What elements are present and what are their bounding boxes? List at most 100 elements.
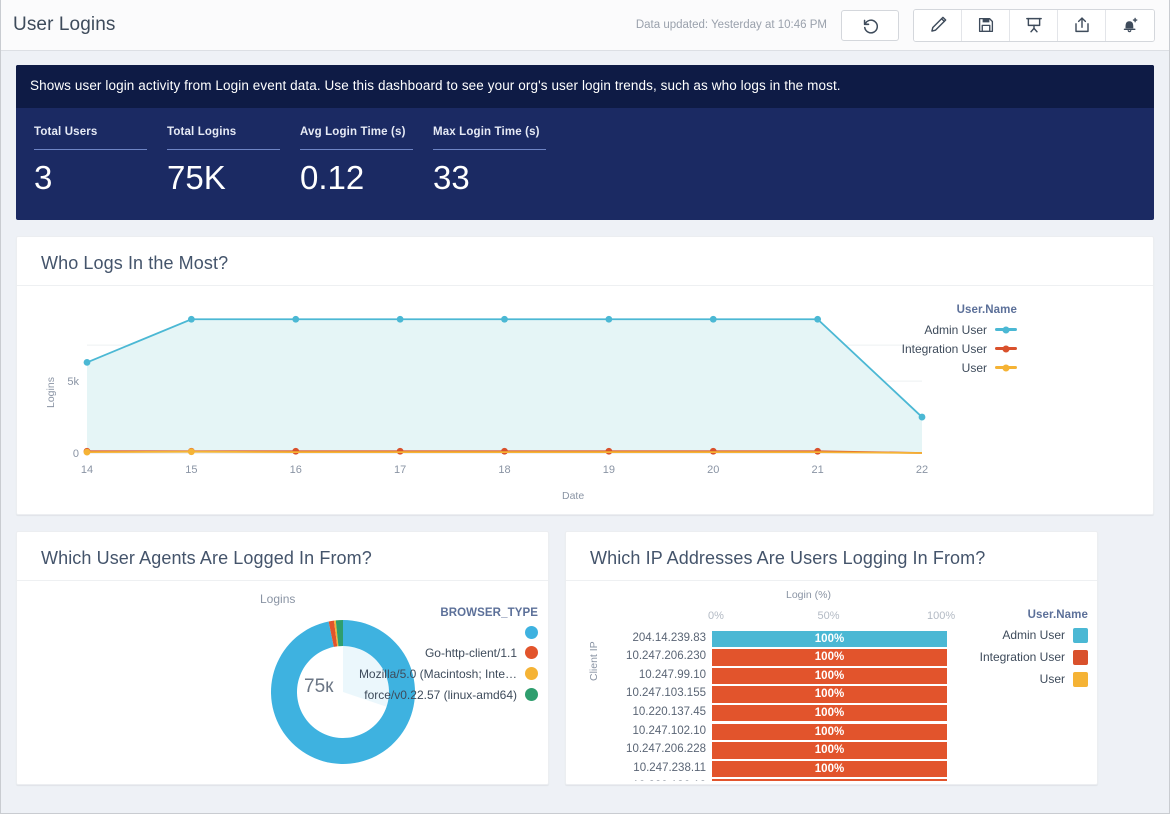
- donut-chart[interactable]: Logins 75к BROWSER_TYPE Go-http-client/1…: [17, 581, 548, 781]
- y-axis-title: Logins: [45, 376, 57, 408]
- line-chart[interactable]: Logins 0 5k 14 15 16 17 18 19 20 21 22 Date User.N…: [17, 286, 1153, 514]
- legend-item-label: force/v0.22.57 (linux-amd64): [364, 687, 517, 702]
- share-icon: [1073, 16, 1091, 34]
- legend-swatch-line-icon: [995, 345, 1017, 353]
- legend-swatch-dot-icon: [525, 667, 538, 681]
- legend-item-label: Integration User: [901, 341, 987, 356]
- x-tick-label: 50%: [817, 609, 840, 622]
- bar-value-label: 100%: [814, 762, 845, 775]
- line-chart-legend: User.Name Admin User Integration User User: [882, 304, 1017, 380]
- svg-text:14: 14: [81, 464, 93, 476]
- refresh-button[interactable]: [841, 9, 899, 41]
- legend-item[interactable]: Admin User: [882, 323, 1017, 337]
- legend-item[interactable]: Admin User: [938, 627, 1088, 643]
- legend-title: User.Name: [956, 303, 1017, 316]
- action-button-group: [913, 8, 1155, 42]
- bar-value-label: 100%: [814, 632, 845, 645]
- bar-value-label: 100%: [814, 706, 845, 719]
- card-title: Who Logs In the Most?: [17, 237, 1153, 286]
- legend-item[interactable]: User: [938, 671, 1088, 687]
- svg-text:22: 22: [916, 464, 928, 476]
- legend-item-label: Mozilla/5.0 (Macintosh; Inte…: [358, 666, 517, 681]
- kpi-label: Total Users: [34, 125, 98, 138]
- legend-title: User.Name: [1027, 608, 1088, 621]
- kpi-value: 75K: [167, 158, 226, 196]
- bar-category-label: 10.220.137.45: [632, 705, 706, 718]
- legend-swatch-dot-icon: [1002, 345, 1010, 353]
- save-icon: [977, 16, 995, 34]
- legend-item-label: Admin User: [924, 322, 987, 337]
- svg-text:17: 17: [394, 464, 406, 476]
- donut-metric-label: Logins: [260, 591, 296, 606]
- x-axis-title: Login (%): [786, 588, 831, 601]
- kpi-value: 0.12: [300, 158, 365, 196]
- kpi-label: Max Login Time (s): [433, 125, 540, 138]
- legend-item[interactable]: [312, 625, 538, 639]
- page-title: User Logins: [13, 14, 116, 35]
- save-button[interactable]: [962, 9, 1010, 41]
- bar-value-label: 100%: [814, 725, 845, 738]
- legend-swatch-square-icon: [1073, 649, 1088, 665]
- legend-item[interactable]: User: [882, 361, 1017, 375]
- kpi-label: Avg Login Time (s): [300, 125, 406, 138]
- presentation-button[interactable]: [1010, 9, 1058, 41]
- edit-icon: [929, 16, 947, 34]
- card-which-user-agents: Which User Agents Are Logged In From? Lo…: [16, 530, 549, 785]
- kpi-max-login-time: Max Login Time (s) 33: [433, 126, 566, 194]
- legend-item[interactable]: Mozilla/5.0 (Macintosh; Inte…: [312, 667, 538, 681]
- legend-item[interactable]: force/v0.22.57 (linux-amd64): [312, 688, 538, 702]
- header-actions: Data updated: Yesterday at 10:46 PM: [635, 8, 1155, 42]
- dashboard-description: Shows user login activity from Login eve…: [16, 65, 1154, 108]
- kpi-total-users: Total Users 3: [34, 126, 167, 194]
- svg-text:5k: 5k: [67, 376, 79, 388]
- legend-item-label: User: [1039, 672, 1065, 687]
- kpi-banner: Shows user login activity from Login eve…: [16, 65, 1154, 220]
- dashboard-header: User Logins Data updated: Yesterday at 1…: [1, 0, 1169, 51]
- legend-swatch-line-icon: [995, 326, 1017, 334]
- legend-item[interactable]: Go-http-client/1.1: [312, 646, 538, 660]
- card-who-logs-in-the-most: Who Logs In the Most? Logins 0 5k 14 15 16 17…: [16, 235, 1154, 515]
- kpi-value: 3: [34, 158, 53, 196]
- legend-item[interactable]: Integration User: [938, 649, 1088, 665]
- svg-text:16: 16: [290, 464, 302, 476]
- svg-text:19: 19: [603, 464, 615, 476]
- kpi-rule: [34, 148, 147, 150]
- presentation-icon: [1025, 16, 1043, 34]
- legend-item[interactable]: Integration User: [882, 342, 1017, 356]
- x-tick-label: 0%: [708, 609, 724, 622]
- bar-value-label: 100%: [814, 688, 845, 701]
- legend-items: Go-http-client/1.1 Mozilla/5.0 (Macintosh…: [312, 625, 538, 702]
- legend-swatch-dot-icon: [1002, 364, 1010, 372]
- legend-item-label: Integration User: [979, 650, 1065, 665]
- legend-swatch-dot-icon: [525, 625, 538, 639]
- svg-text:20: 20: [707, 464, 719, 476]
- svg-text:0: 0: [73, 448, 79, 460]
- x-axis-title: Date: [562, 489, 585, 502]
- legend-item-label: Go-http-client/1.1: [424, 645, 517, 660]
- edit-button[interactable]: [914, 9, 962, 41]
- bar-category-label: 10.247.102.10: [632, 724, 706, 737]
- kpi-rule: [433, 148, 546, 150]
- kpi-value: 33: [433, 158, 470, 196]
- legend-swatch-dot-icon: [525, 688, 538, 702]
- kpi-label: Total Logins: [167, 125, 237, 138]
- bar-category-label: 10.247.103.155: [626, 687, 706, 700]
- legend-items: Admin User Integration User User: [938, 627, 1088, 687]
- donut-legend: BROWSER_TYPE Go-http-client/1.1 Mozilla/5…: [312, 607, 538, 709]
- dashboard-page: User Logins Data updated: Yesterday at 1…: [0, 0, 1170, 814]
- subscribe-button[interactable]: [1106, 9, 1154, 41]
- data-updated-text: Data updated: Yesterday at 10:46 PM: [635, 19, 827, 31]
- bar-category-label: 10.247.206.230: [626, 650, 706, 663]
- bar-value-label: 100%: [814, 744, 845, 757]
- card-title: Which IP Addresses Are Users Logging In …: [566, 532, 1097, 581]
- subscribe-bell-icon: [1121, 16, 1139, 34]
- legend-item-label: Admin User: [1002, 628, 1065, 643]
- share-button[interactable]: [1058, 9, 1106, 41]
- dashboard-body: Shows user login activity from Login eve…: [1, 51, 1169, 785]
- bottom-row: Which User Agents Are Logged In From? Lo…: [16, 515, 1154, 785]
- bar-chart[interactable]: Login (%) Client IP 0% 50% 100% 204.14.239…: [566, 581, 1097, 781]
- refresh-icon: [861, 16, 880, 35]
- bar-category-label: 10.247.99.10: [638, 668, 706, 681]
- legend-title: BROWSER_TYPE: [440, 606, 538, 619]
- bar-category-label: 10.247.206.228: [626, 743, 706, 756]
